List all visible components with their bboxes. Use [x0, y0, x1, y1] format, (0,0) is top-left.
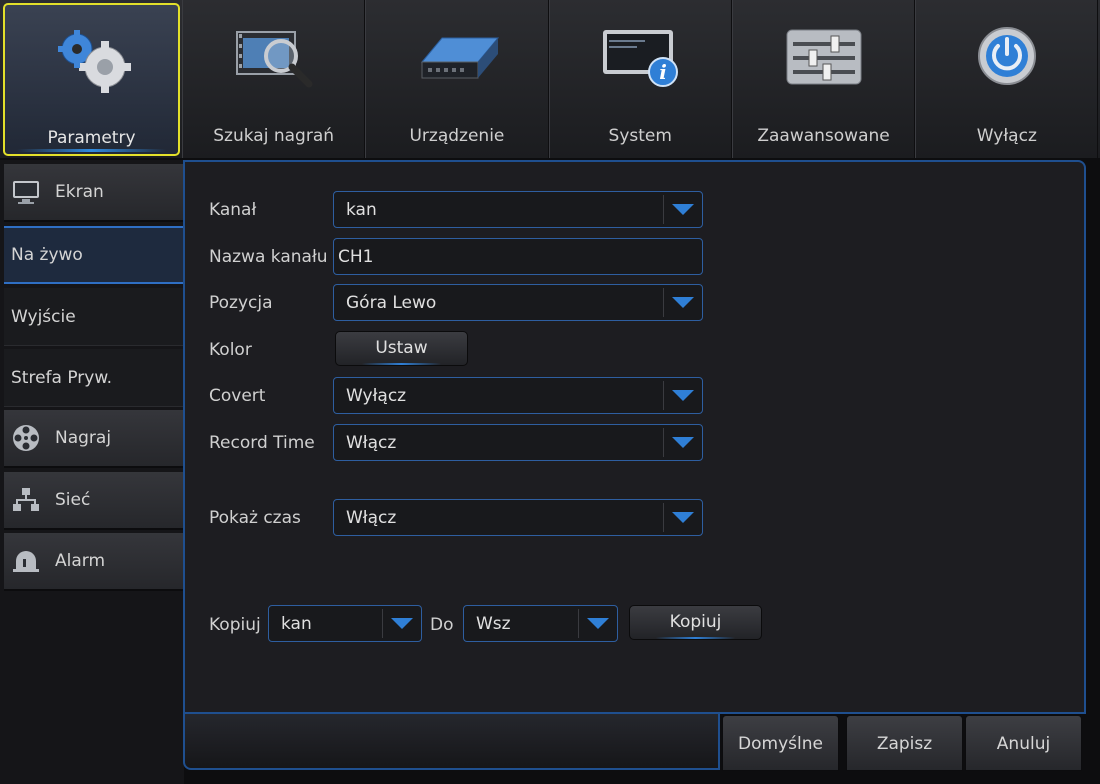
chevron-down-icon[interactable] [382, 609, 421, 638]
kolor-set-button[interactable]: Ustaw [335, 331, 468, 366]
sidebar-item-nagraj[interactable]: Nagraj [4, 410, 183, 468]
save-button[interactable]: Zapisz [846, 715, 963, 771]
nazwa-kanalu-label: Nazwa kanału [209, 247, 328, 267]
tab-urzadzenie[interactable]: Urządzenie [365, 0, 549, 158]
sliders-icon [786, 29, 862, 85]
tab-wylacz[interactable]: Wyłącz [915, 0, 1099, 158]
chevron-down-icon[interactable] [663, 288, 702, 317]
sidebar-item-alarm[interactable]: Alarm [4, 533, 183, 591]
tab-label: Szukaj nagrań [213, 126, 335, 146]
gears-icon [57, 30, 131, 93]
tab-label: System [608, 126, 672, 146]
pokaz-czas-select[interactable]: Włącz [333, 499, 703, 536]
tab-zaawansowane[interactable]: Zaawansowane [731, 0, 916, 158]
kanal-value: kan [346, 200, 377, 220]
kolor-label: Kolor [209, 340, 252, 360]
kopiuj-button[interactable]: Kopiuj [629, 605, 762, 640]
cancel-button[interactable]: Anuluj [965, 715, 1082, 771]
hard-drive-icon [420, 37, 500, 79]
monitor-info-icon: i [603, 30, 679, 87]
tab-szukaj-nagran[interactable]: Szukaj nagrań [182, 0, 366, 158]
copy-to-select[interactable]: Wsz [463, 605, 618, 642]
sidebar-item-strefa-pryw[interactable]: Strefa Pryw. [4, 349, 183, 407]
chevron-down-icon[interactable] [663, 195, 702, 224]
sidebar-item-na-zywo[interactable]: Na żywo [4, 226, 183, 284]
sidebar-item-label: Alarm [55, 551, 106, 571]
pokaz-czas-label: Pokaż czas [209, 508, 301, 528]
pozycja-value: Góra Lewo [346, 293, 437, 313]
record-time-label: Record Time [209, 433, 315, 453]
film-search-icon [235, 31, 313, 88]
record-time-select[interactable]: Włącz [333, 424, 703, 461]
sidebar: Ekran Na żywo Wyjście Strefa Pryw. Nagra… [0, 160, 184, 784]
pozycja-select[interactable]: Góra Lewo [333, 284, 703, 321]
copy-from-select[interactable]: kan [268, 605, 422, 642]
covert-label: Covert [209, 386, 266, 406]
pozycja-label: Pozycja [209, 293, 273, 313]
film-reel-icon [9, 423, 43, 453]
main-menu-bar: Parametry Szukaj nagrań Urządzenie i Sys… [0, 0, 1100, 158]
covert-select[interactable]: Wyłącz [333, 377, 703, 414]
monitor-icon [9, 177, 43, 207]
sidebar-item-label: Strefa Pryw. [11, 367, 113, 388]
sidebar-item-ekran[interactable]: Ekran [4, 164, 183, 222]
chevron-down-icon[interactable] [663, 503, 702, 532]
copy-from-value: kan [281, 614, 312, 634]
svg-text:i: i [659, 60, 667, 84]
sidebar-item-label: Ekran [55, 182, 104, 202]
kanal-select[interactable]: kan [333, 191, 703, 228]
chevron-down-icon[interactable] [663, 381, 702, 410]
covert-value: Wyłącz [346, 386, 407, 406]
chevron-down-icon[interactable] [578, 609, 617, 638]
power-icon [977, 27, 1036, 85]
sidebar-item-label: Sieć [55, 490, 91, 510]
chevron-down-icon[interactable] [663, 428, 702, 457]
tab-label: Zaawansowane [757, 126, 890, 146]
do-label: Do [430, 615, 454, 635]
copy-to-value: Wsz [476, 614, 511, 634]
tab-label: Urządzenie [409, 126, 505, 146]
kopiuj-label: Kopiuj [209, 615, 261, 635]
alarm-bell-icon [9, 546, 43, 576]
tab-label: Parametry [47, 128, 136, 148]
network-icon [9, 485, 43, 515]
settings-panel: Kanał kan Nazwa kanału CH1 Pozycja Góra … [183, 160, 1086, 714]
record-time-value: Włącz [346, 433, 397, 453]
default-button[interactable]: Domyślne [722, 715, 839, 771]
footer-strip [183, 714, 720, 770]
sidebar-item-label: Nagraj [55, 428, 112, 448]
nazwa-kanalu-input[interactable]: CH1 [333, 238, 703, 275]
sidebar-item-siec[interactable]: Sieć [4, 472, 183, 530]
sidebar-item-label: Wyjście [11, 306, 76, 327]
sidebar-item-wyjscie[interactable]: Wyjście [4, 288, 183, 346]
nazwa-kanalu-value: CH1 [338, 247, 374, 267]
tab-parametry[interactable]: Parametry [3, 3, 180, 156]
tab-system[interactable]: i System [548, 0, 732, 158]
kanal-label: Kanał [209, 200, 257, 220]
sidebar-item-label: Na żywo [11, 245, 83, 265]
tab-label: Wyłącz [976, 126, 1037, 146]
pokaz-czas-value: Włącz [346, 508, 397, 528]
